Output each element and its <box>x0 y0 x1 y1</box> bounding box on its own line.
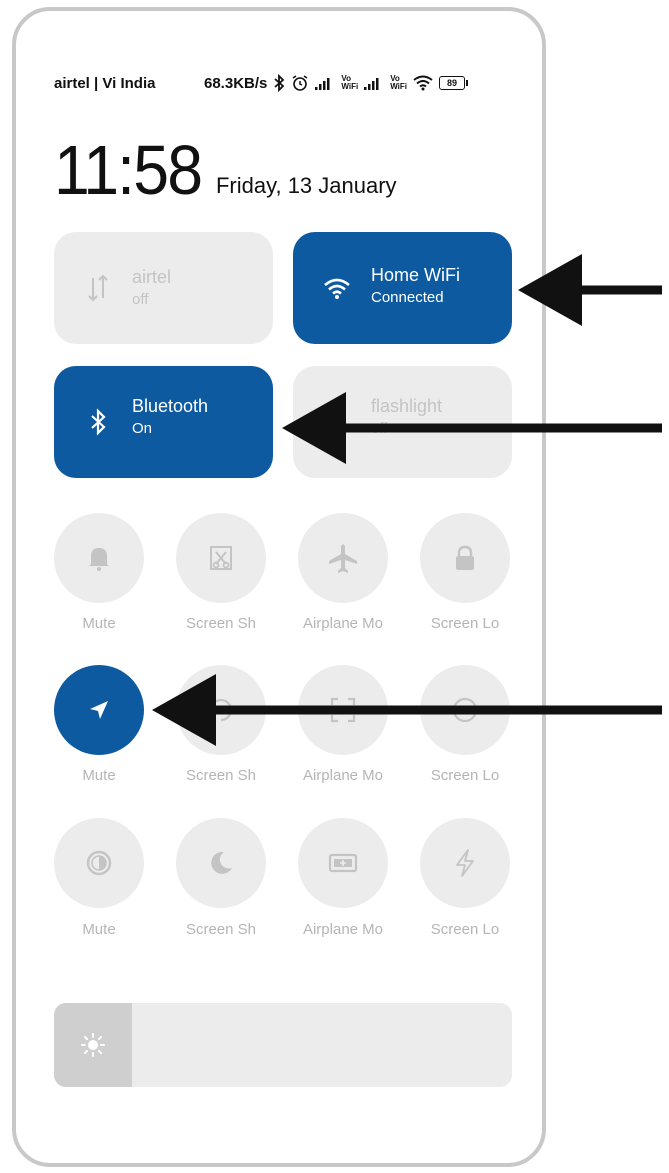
tile-state: off <box>132 291 149 308</box>
annotation-arrow-bluetooth <box>282 392 662 464</box>
wifi-status-icon <box>413 75 433 91</box>
volte-badge: Vo WiFi <box>341 74 359 91</box>
toggle-label: Screen Sh <box>185 921 257 938</box>
toggle-label: Screen Lo <box>430 921 500 938</box>
brightness-slider-fill <box>54 1003 132 1087</box>
bluetooth-icon <box>78 408 118 436</box>
volte-badge-2: Vo WiFi <box>390 74 407 91</box>
tile-label: Bluetooth <box>132 396 209 416</box>
tile-state: Connected <box>371 289 444 306</box>
signal-icon <box>315 78 330 90</box>
toggle-label: Airplane Mo <box>302 767 384 784</box>
toggle-dark-mode[interactable] <box>176 818 266 908</box>
toggle-invert[interactable] <box>54 818 144 908</box>
brightness-slider[interactable] <box>54 1003 512 1087</box>
toggle-label: Mute <box>82 615 116 632</box>
toggle-airplane[interactable] <box>298 513 388 603</box>
wifi-icon <box>317 277 357 299</box>
toggle-label: Mute <box>82 921 116 938</box>
toggle-screen-lock[interactable] <box>420 513 510 603</box>
toggle-battery-saver[interactable] <box>298 818 388 908</box>
lock-icon <box>456 545 474 570</box>
carrier-name: airtel | Vi India <box>54 74 156 92</box>
flash-icon <box>456 849 474 877</box>
airplane-icon <box>329 544 357 573</box>
toggle-label: Airplane Mo <box>302 921 384 938</box>
location-icon <box>90 701 108 719</box>
toggle-label: Screen Sh <box>185 615 257 632</box>
toggle-label: Airplane Mo <box>302 615 384 632</box>
dark-mode-icon <box>211 851 232 874</box>
bell-icon <box>89 548 109 571</box>
status-bar: airtel | Vi India 68.3KB/s Vo WiFi Vo Wi… <box>54 68 514 98</box>
mobile-data-icon <box>78 274 118 302</box>
toggle-location[interactable] <box>54 665 144 755</box>
tile-wifi[interactable]: Home WiFi Connected <box>293 232 512 344</box>
clock-time: 11:58 <box>54 131 203 209</box>
tile-bluetooth[interactable]: Bluetooth On <box>54 366 273 478</box>
toggle-label: Screen Lo <box>430 615 500 632</box>
toggle-label: Mute <box>82 767 116 784</box>
battery-saver-icon <box>328 853 358 873</box>
tile-label: airtel <box>132 267 172 287</box>
sun-icon <box>80 1033 105 1057</box>
toggle-mute[interactable] <box>54 513 144 603</box>
bluetooth-status-icon <box>274 74 285 92</box>
clock-date: Friday, 13 January <box>215 173 397 198</box>
signal-icon-2 <box>364 78 379 90</box>
tile-mobile-data[interactable]: airtel off <box>54 232 273 344</box>
toggle-label: Screen Sh <box>185 767 257 784</box>
toggle-screenshot[interactable] <box>176 513 266 603</box>
screenshot-icon <box>210 546 232 570</box>
annotation-arrow-wifi <box>518 254 662 326</box>
toggle-flash[interactable] <box>420 818 510 908</box>
tile-label: Home WiFi <box>371 265 460 285</box>
toggle-label: Screen Lo <box>430 767 500 784</box>
network-speed: 68.3KB/s <box>204 74 268 92</box>
alarm-icon <box>292 75 308 91</box>
annotation-arrow-location <box>152 674 662 746</box>
clock: 11:58 Friday, 13 January <box>54 125 397 205</box>
tile-state: On <box>132 420 153 437</box>
invert-colors-icon <box>86 850 112 876</box>
battery-icon: 89 <box>439 76 468 90</box>
